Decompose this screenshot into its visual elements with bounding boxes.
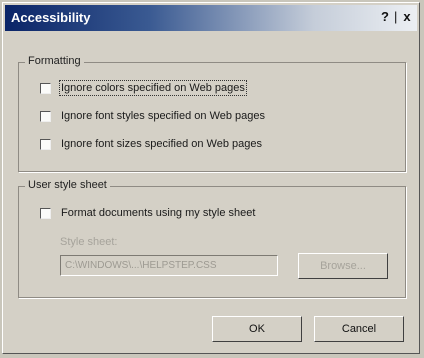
use-style-sheet-option[interactable]: Format documents using my style sheet — [40, 207, 255, 219]
title-separator: | — [394, 9, 398, 24]
formatting-group-label: Formatting — [25, 55, 84, 67]
dialog-title: Accessibility — [11, 10, 91, 25]
ignore-font-sizes-label: Ignore font sizes specified on Web pages — [61, 138, 262, 150]
close-button[interactable]: x — [399, 9, 415, 25]
ignore-font-styles-checkbox[interactable] — [40, 110, 51, 122]
ignore-colors-label: Ignore colors specified on Web pages — [59, 80, 247, 96]
ignore-colors-option[interactable]: Ignore colors specified on Web pages — [40, 80, 247, 96]
use-style-sheet-label: Format documents using my style sheet — [61, 207, 256, 219]
browse-button[interactable]: Browse... — [298, 253, 388, 279]
style-sheet-label: Style sheet: — [60, 236, 118, 248]
style-sheet-path-input[interactable]: C:\WINDOWS\...\HELPSTEP.CSS — [60, 255, 278, 276]
ignore-font-sizes-checkbox[interactable] — [40, 138, 51, 150]
ignore-font-styles-label: Ignore font styles specified on Web page… — [61, 110, 266, 122]
ignore-font-styles-option[interactable]: Ignore font styles specified on Web page… — [40, 110, 265, 122]
user-style-sheet-group-label: User style sheet — [25, 179, 110, 191]
ignore-font-sizes-option[interactable]: Ignore font sizes specified on Web pages — [40, 138, 262, 150]
help-button[interactable]: ? — [377, 9, 393, 25]
ok-button[interactable]: OK — [212, 316, 302, 342]
cancel-button[interactable]: Cancel — [314, 316, 404, 342]
title-bar: Accessibility ? | x — [5, 5, 417, 31]
use-style-sheet-checkbox[interactable] — [40, 207, 51, 219]
ignore-colors-checkbox[interactable] — [40, 82, 51, 94]
